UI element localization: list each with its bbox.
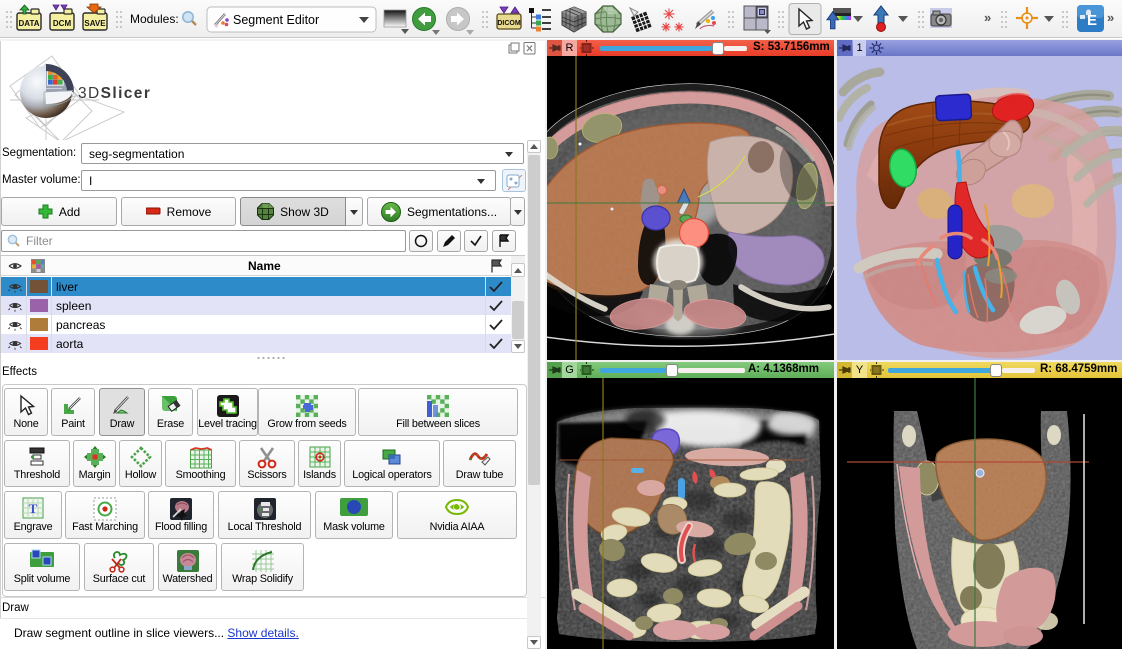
svg-text:»: » [984, 10, 991, 25]
svg-text:Segment Editor: Segment Editor [233, 13, 319, 27]
svg-text:»: » [1107, 10, 1114, 25]
svg-text:aorta: aorta [56, 337, 84, 351]
svg-text:DATA: DATA [18, 19, 39, 28]
svg-text:spleen: spleen [56, 299, 91, 313]
svg-text:Modules:: Modules: [130, 12, 179, 26]
svg-text:SAVE: SAVE [84, 19, 106, 28]
svg-text:3DSlicer: 3DSlicer [78, 85, 151, 102]
svg-text:DCM: DCM [53, 19, 72, 28]
svg-text:liver: liver [56, 280, 78, 294]
svg-text:T: T [29, 501, 38, 516]
svg-text:pancreas: pancreas [56, 318, 105, 332]
svg-text:DICOM: DICOM [497, 20, 521, 27]
